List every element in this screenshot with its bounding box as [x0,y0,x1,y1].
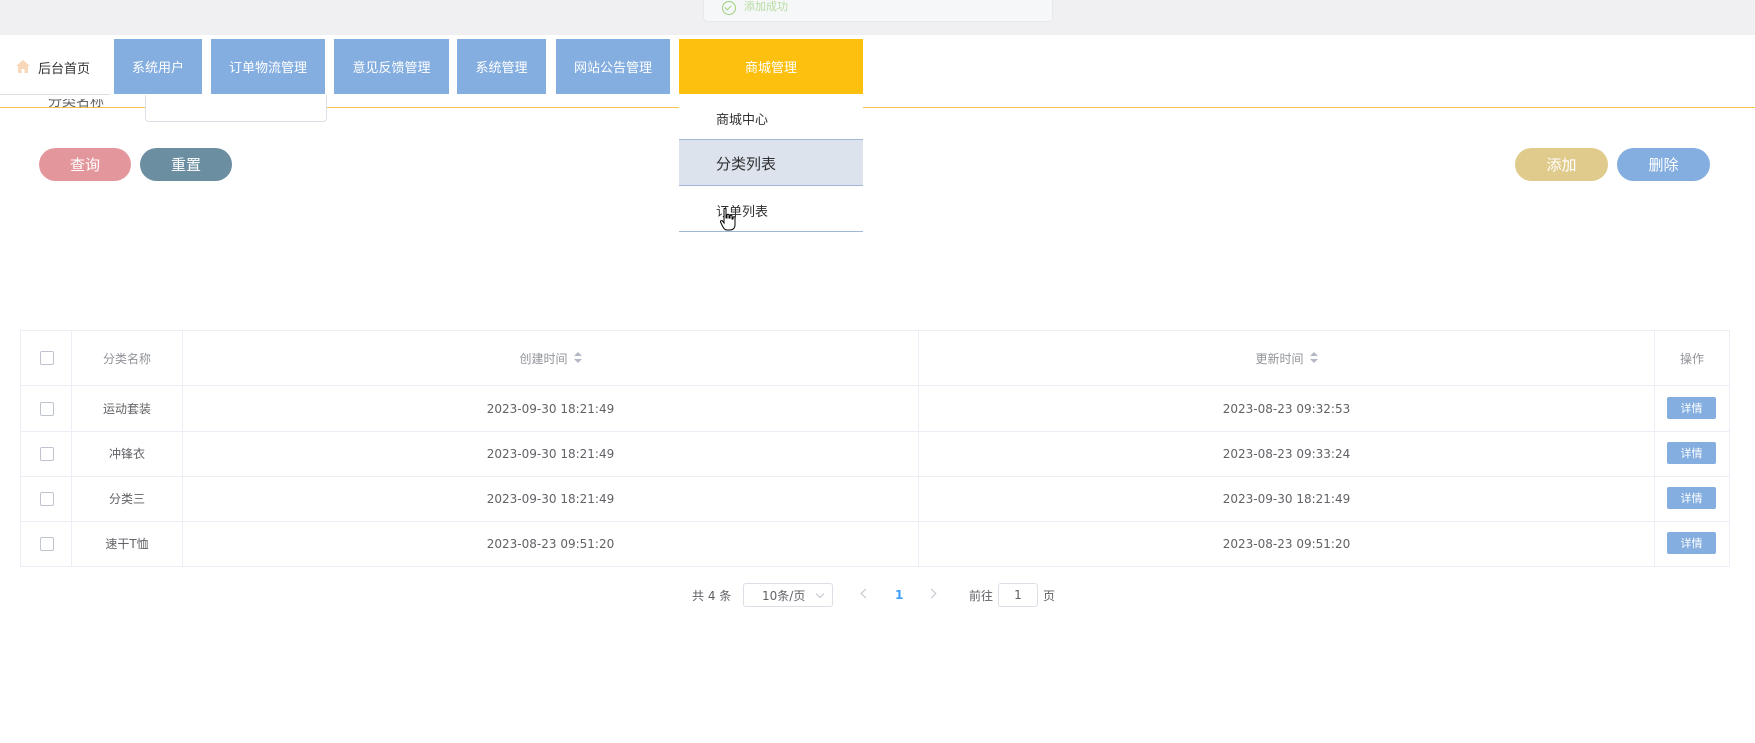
header-select-all[interactable] [21,331,71,386]
row-checkbox[interactable] [40,402,54,416]
reset-button[interactable]: 重置 [140,148,232,181]
sort-caret-icon[interactable] [1309,352,1318,364]
nav-home[interactable]: 后台首页 [0,39,110,95]
pagination-total: 共 4 条 [692,588,732,603]
cell-created: 2023-09-30 18:21:49 [486,491,615,506]
table-row: 分类三 2023-09-30 18:21:49 2023-09-30 18:21… [21,476,1729,522]
select-all-checkbox[interactable] [40,351,54,365]
query-button[interactable]: 查询 [39,148,131,181]
home-icon [16,60,30,73]
cell-created: 2023-09-30 18:21:49 [486,446,615,461]
header-action: 操作 [1655,331,1729,386]
add-button[interactable]: 添加 [1515,148,1608,181]
dropdown-item-mall-center[interactable]: 商城中心 [679,94,863,140]
nav-item-system-management[interactable]: 系统管理 [457,39,546,94]
hand-cursor-icon [720,208,736,231]
table-row: 运动套装 2023-09-30 18:21:49 2023-08-23 09:3… [21,386,1729,432]
detail-button[interactable]: 详情 [1667,397,1716,419]
toast-message: 添加成功 [744,0,788,13]
dropdown-item-order-list[interactable]: 订单列表 [679,186,863,232]
sort-caret-icon[interactable] [573,352,582,364]
nav-item-feedback[interactable]: 意见反馈管理 [334,39,449,94]
page-size-value: 10条/页 [762,588,806,603]
nav-item-system-users[interactable]: 系统用户 [114,39,202,94]
nav-item-announcements[interactable]: 网站公告管理 [556,39,670,94]
detail-button[interactable]: 详情 [1667,532,1716,554]
chevron-down-icon [815,589,825,599]
dropdown-item-label: 分类列表 [716,155,777,173]
next-page-icon[interactable] [926,588,937,599]
search-input[interactable] [145,95,327,122]
header-updated[interactable]: 更新时间 [919,331,1654,386]
cell-name: 运动套装 [102,402,151,416]
cell-name: 分类三 [108,492,145,506]
detail-button[interactable]: 详情 [1667,442,1716,464]
dropdown-item-category-list[interactable]: 分类列表 [679,140,863,186]
success-toast: 添加成功 [703,0,1053,22]
goto-label: 前往 [969,588,994,603]
cell-updated: 2023-08-23 09:51:20 [1222,536,1351,551]
header-created[interactable]: 创建时间 [183,331,918,386]
nav-item-order-logistics[interactable]: 订单物流管理 [211,39,325,94]
header-created-label: 创建时间 [519,351,568,366]
cell-created: 2023-08-23 09:51:20 [486,536,615,551]
page-unit-label: 页 [1043,588,1056,603]
delete-button[interactable]: 删除 [1617,148,1710,181]
top-strip: 添加成功 [0,0,1755,35]
current-page[interactable]: 1 [895,583,903,607]
table-row: 冲锋衣 2023-09-30 18:21:49 2023-08-23 09:33… [21,431,1729,477]
prev-page-icon[interactable] [860,588,871,599]
nav-home-label: 后台首页 [38,62,91,77]
category-table: 分类名称 创建时间 更新时间 操作 运动套装 2023-09-30 18:21:… [20,330,1730,567]
row-checkbox[interactable] [40,492,54,506]
success-check-icon [722,1,736,15]
mall-dropdown-menu: 商城中心 分类列表 订单列表 [679,94,863,233]
cell-name: 速干T恤 [105,537,149,551]
nav-item-mall-management[interactable]: 商城管理 [679,39,863,94]
cell-updated: 2023-09-30 18:21:49 [1222,491,1351,506]
row-checkbox[interactable] [40,537,54,551]
page-size-select[interactable]: 10条/页 [743,583,833,607]
detail-button[interactable]: 详情 [1667,487,1716,509]
goto-page-input[interactable]: 1 [998,583,1038,607]
dropdown-item-label: 商城中心 [716,113,769,128]
row-checkbox[interactable] [40,447,54,461]
cell-updated: 2023-08-23 09:33:24 [1222,446,1351,461]
header-updated-label: 更新时间 [1255,351,1304,366]
cell-updated: 2023-08-23 09:32:53 [1222,401,1351,416]
cell-name: 冲锋衣 [108,447,145,461]
cell-created: 2023-09-30 18:21:49 [486,401,615,416]
header-name: 分类名称 [72,331,182,386]
table-row: 速干T恤 2023-08-23 09:51:20 2023-08-23 09:5… [21,521,1729,566]
